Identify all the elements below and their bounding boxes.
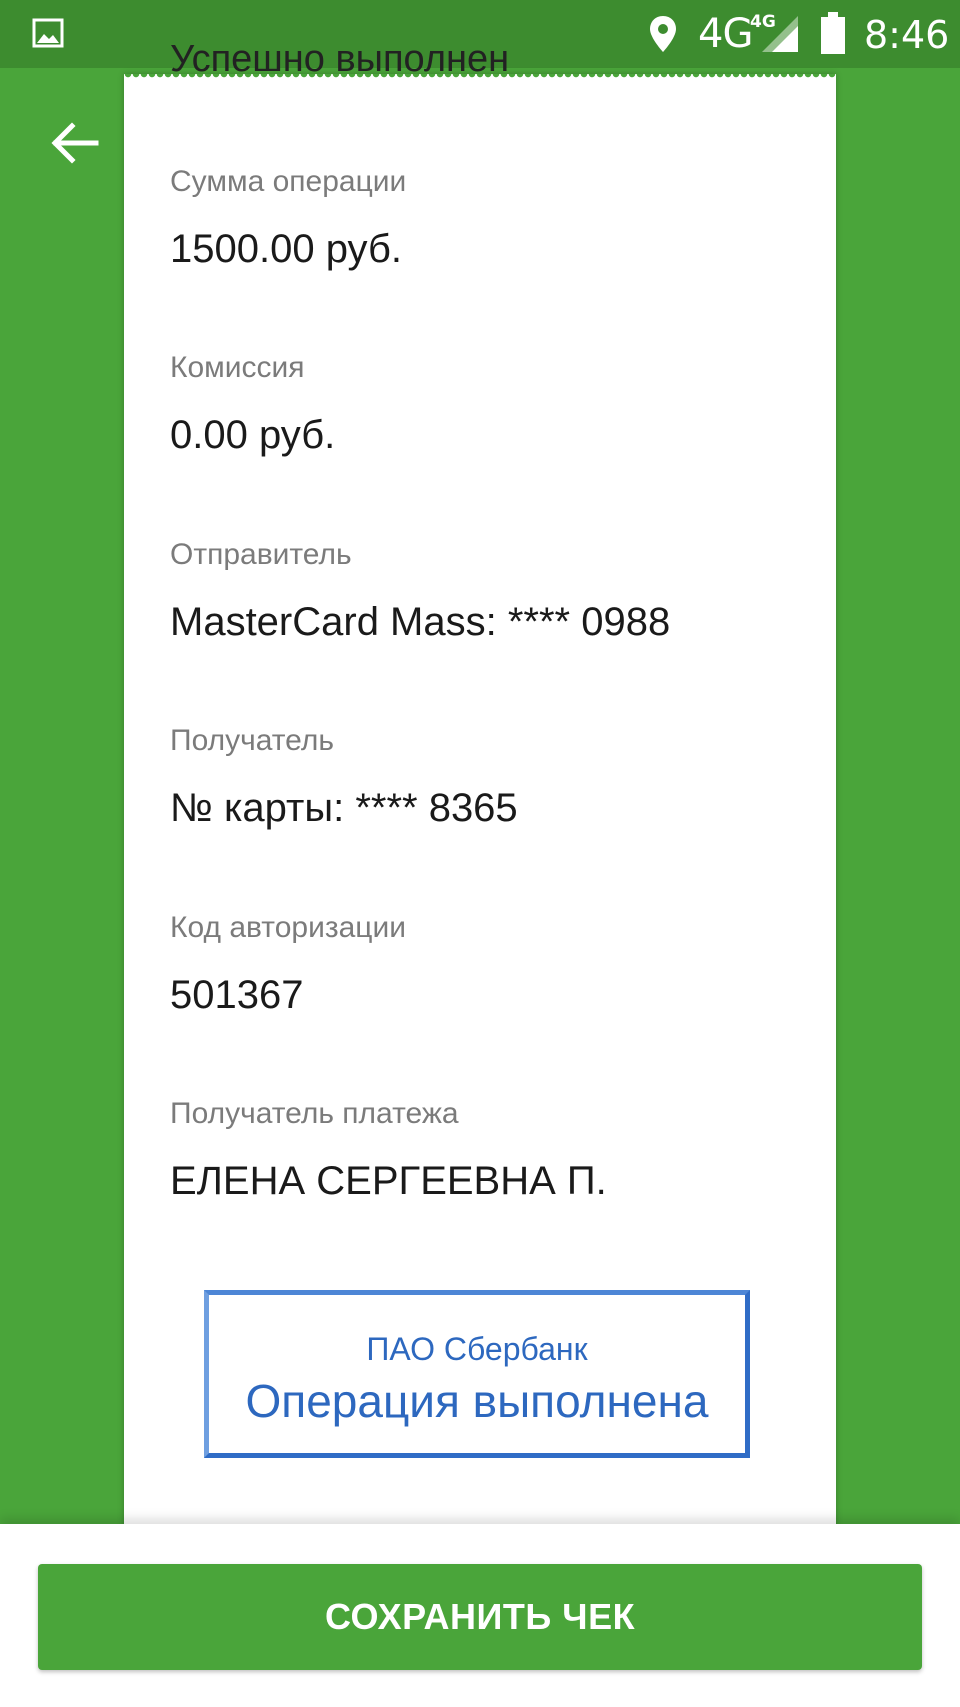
stamp-status: Операция выполнена [245, 1375, 709, 1427]
receipt-card: Успешно выполнен Сумма операции 1500.00 … [124, 38, 836, 1534]
field-label: Сумма операции [170, 165, 407, 198]
field-value: № карты: **** 8365 [170, 786, 518, 830]
stamp-organization: ПАО Сбербанк [366, 1331, 588, 1367]
field-payee: Получатель платежа ЕЛЕНА СЕРГЕЕВНА П. [170, 1096, 607, 1204]
battery-icon [821, 12, 845, 54]
field-recipient: Получатель № карты: **** 8365 [170, 723, 518, 831]
field-label: Получатель [170, 724, 334, 757]
field-value: MasterCard Mass: **** 0988 [170, 600, 671, 644]
signal-icon [762, 16, 798, 52]
field-value: 1500.00 руб. [170, 227, 402, 271]
receipt-perforated-edge [124, 74, 836, 84]
field-label: Отправитель [170, 538, 352, 571]
field-label: Получатель платежа [170, 1097, 459, 1130]
field-sender: Отправитель MasterCard Mass: **** 0988 [170, 537, 670, 645]
bottom-action-panel: СОХРАНИТЬ ЧЕК [0, 1524, 960, 1707]
network-type: 4G [698, 11, 753, 57]
gallery-icon [32, 18, 64, 48]
field-label: Код авторизации [170, 911, 406, 944]
arrow-left-icon[interactable] [48, 116, 102, 170]
field-auth-code: Код авторизации 501367 [170, 910, 406, 1018]
field-commission: Комиссия 0.00 руб. [170, 350, 335, 458]
bank-stamp: ПАО Сбербанк Операция выполнена [204, 1290, 750, 1458]
field-value: ЕЛЕНА СЕРГЕЕВНА П. [170, 1159, 607, 1203]
clock: 8:46 [864, 13, 950, 57]
field-value: 0.00 руб. [170, 413, 336, 457]
field-amount: Сумма операции 1500.00 руб. [170, 164, 406, 272]
field-label: Комиссия [170, 351, 305, 384]
field-value: 501367 [170, 973, 304, 1017]
save-receipt-button[interactable]: СОХРАНИТЬ ЧЕК [38, 1564, 922, 1670]
location-icon [650, 16, 676, 52]
